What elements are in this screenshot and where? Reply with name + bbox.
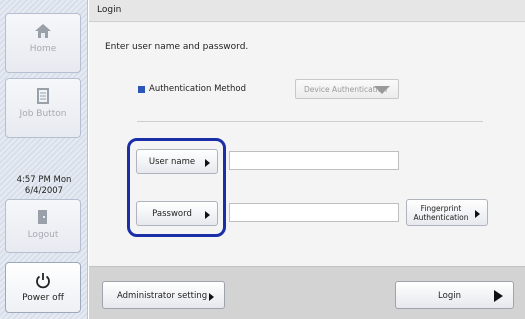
logout-icon — [38, 210, 47, 224]
power-off-label: Power off — [22, 293, 64, 303]
password-button-label: Password — [152, 209, 192, 219]
logout-label: Logout — [27, 230, 59, 240]
home-button[interactable]: Home — [5, 13, 81, 73]
auth-method-select[interactable]: Device Authentication — [295, 79, 399, 99]
auth-method-marker — [138, 86, 145, 93]
power-icon — [36, 273, 50, 289]
job-icon — [37, 88, 49, 104]
divider — [137, 121, 483, 122]
password-button[interactable]: Password — [136, 201, 218, 226]
arrow-right-icon — [205, 159, 210, 167]
left-rail: Home Job Button 4:57 PM Mon 6/4/2007 Log… — [0, 0, 88, 319]
home-label: Home — [29, 44, 57, 54]
login-button[interactable]: Login — [395, 281, 514, 309]
fingerprint-authentication-button[interactable]: Fingerprint Authentication — [406, 199, 488, 226]
clock-time: 4:57 PM Mon — [16, 175, 72, 185]
password-field[interactable] — [229, 203, 399, 222]
user-name-field[interactable] — [229, 151, 399, 170]
power-off-button[interactable]: Power off — [5, 262, 81, 313]
logout-button[interactable]: Logout — [5, 199, 81, 253]
home-icon — [35, 24, 51, 38]
user-name-button-label: User name — [148, 157, 196, 167]
title-bar: Login — [89, 0, 525, 22]
chevron-down-icon — [374, 86, 390, 94]
footer-bar: Administrator setting Login — [89, 266, 525, 319]
login-content: Enter user name and password. Authentica… — [89, 23, 525, 266]
page-title: Login — [97, 5, 122, 15]
arrow-right-icon — [475, 210, 480, 218]
job-button-label: Job Button — [19, 109, 67, 119]
admin-setting-label: Administrator setting — [117, 291, 208, 301]
login-button-label: Login — [438, 291, 461, 301]
arrow-right-icon — [205, 211, 210, 219]
administrator-setting-button[interactable]: Administrator setting — [102, 281, 225, 309]
clock: 4:57 PM Mon 6/4/2007 — [0, 175, 88, 197]
arrow-right-icon — [209, 293, 214, 301]
clock-date: 6/4/2007 — [24, 186, 64, 196]
main-panel: Login Enter user name and password. Auth… — [89, 0, 525, 319]
instruction-text: Enter user name and password. — [105, 42, 249, 52]
auth-method-label: Authentication Method — [149, 84, 246, 94]
job-button[interactable]: Job Button — [5, 78, 81, 138]
fingerprint-label-line1: Fingerprint — [420, 204, 462, 213]
user-name-button[interactable]: User name — [136, 149, 218, 174]
arrow-right-icon — [494, 290, 503, 302]
fingerprint-label-line2: Authentication — [413, 213, 469, 222]
